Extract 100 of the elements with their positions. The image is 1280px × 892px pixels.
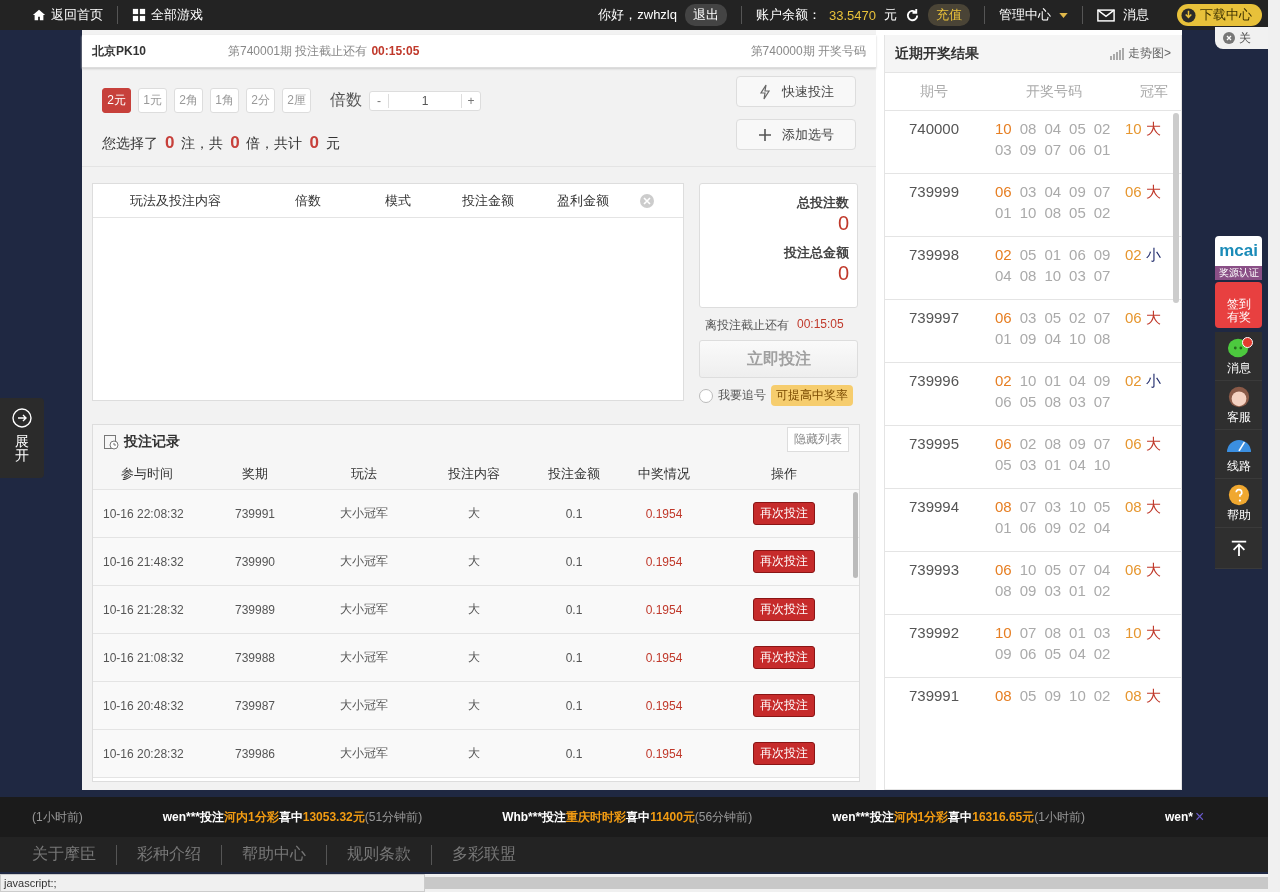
clear-icon[interactable] [640,193,654,208]
draw-number: 01 [1044,456,1062,473]
manage-menu[interactable]: 管理中心 [999,6,1051,24]
draw-number: 06 [1019,519,1037,536]
draw-number: 03 [1019,456,1037,473]
plus-icon [758,126,772,143]
page-scrollbar[interactable] [1268,0,1280,892]
toolbar-item[interactable]: 线路 [1215,430,1262,479]
all-games-link[interactable]: 全部游戏 [132,6,203,24]
hide-list-button[interactable]: 隐藏列表 [787,426,849,452]
refresh-icon[interactable] [905,7,920,23]
toolbar-item[interactable]: 消息 [1215,332,1262,381]
rebet-button[interactable]: 再次投注 [753,742,815,765]
win-cell-text: 0.1954 [644,554,684,569]
draw-number: 06 [995,309,1012,326]
column-header: 参与时间 [120,465,174,483]
amount-cell-text: 0.1 [564,554,584,569]
toolbar-item[interactable]: 帮助 [1215,479,1262,528]
draw-number: 02 [1069,519,1086,536]
countdown: 00:15:05 [371,44,420,58]
column-header: 投注金额 [547,465,601,483]
home-icon [32,8,46,22]
mode-button[interactable]: 2分 [246,88,275,113]
draw-number: 07 [1093,309,1111,326]
lightning-icon [758,83,772,100]
mode-button[interactable]: 1角 [210,88,239,113]
sign-in-reward-button[interactable]: 签到有奖 [1215,282,1262,328]
period-cell-text: 739997 [907,309,961,326]
last-period-link[interactable]: 第740000期 开奖号码 [750,42,866,60]
column-header: 中奖情况 [637,465,691,483]
content-cell-text: 大 [467,649,481,666]
expand-tab[interactable]: 展 开 [0,398,44,478]
play-cell-text: 大小冠军 [339,553,389,570]
records-title: 投注记录 [124,433,180,451]
draw-number: 05 [1044,561,1062,578]
draw-number: 01 [1093,141,1111,158]
certification-label: 奖源认证 [1215,266,1262,280]
deadline-label: 离投注截止还有 [705,317,789,334]
draw-number: 01 [995,204,1012,221]
download-icon [1181,7,1196,23]
play-cell-text: 大小冠军 [339,601,389,618]
period-cell-text: 739993 [907,561,961,578]
draw-number: 03 [995,141,1012,158]
amount-cell-text: 0.1 [564,650,584,665]
time-cell-text: 10-16 20:48:32 [102,698,185,713]
total-bets-value: 0 [837,212,849,235]
multiplier-field[interactable]: 1 [388,93,462,108]
mode-button[interactable]: 2角 [174,88,203,113]
quick-bet-button[interactable]: 快速投注 [736,76,856,107]
home-link[interactable]: 返回首页 [32,6,103,24]
mode-button[interactable]: 2元 [102,88,131,113]
recharge-button[interactable]: 充值 [928,4,970,26]
minus-button[interactable]: - [370,93,388,108]
draw-number: 06 [1069,141,1086,158]
footer-link[interactable]: 帮助中心 [242,844,326,865]
messages-link[interactable]: 消息 [1123,6,1149,24]
rebet-button[interactable]: 再次投注 [753,694,815,717]
amount-cell-text: 0.1 [564,698,584,713]
draw-number: 03 [1044,582,1062,599]
footer-link[interactable]: 彩种介绍 [137,844,221,865]
multiplier-stepper[interactable]: - 1 + [369,90,481,111]
scrollbar[interactable] [853,492,858,578]
draw-number: 03 [1069,267,1086,284]
chase-checkbox[interactable] [699,388,713,403]
download-button[interactable]: 下载中心 [1177,4,1262,26]
scrollbar[interactable] [1173,113,1179,303]
draw-number: 02 [1093,204,1111,221]
rebet-button[interactable]: 再次投注 [753,502,815,525]
rebet-button[interactable]: 再次投注 [753,550,815,573]
mode-button[interactable]: 1元 [138,88,167,113]
balance-unit: 元 [884,6,897,24]
trend-link[interactable]: 走势图> [1110,45,1171,62]
rebet-button[interactable]: 再次投注 [753,646,815,669]
period-cell-text: 739990 [233,554,276,569]
footer-link[interactable]: 规则条款 [347,844,431,865]
mode-button[interactable]: 2厘 [282,88,311,113]
toolbar-item[interactable]: 客服 [1215,381,1262,430]
brand-logo[interactable]: mcai [1215,236,1262,266]
close-ad-button[interactable]: 关 [1215,27,1268,49]
play-cell-text: 大小冠军 [339,745,389,762]
column-header: 投注金额 [461,191,515,210]
draw-number: 08 [1044,624,1062,641]
draw-number: 06 [995,435,1012,452]
footer-link[interactable]: 多彩联盟 [452,844,536,865]
draw-number: 04 [1044,330,1062,347]
draw-number: 08 [1044,204,1062,221]
draw-number: 05 [1069,120,1086,137]
amount-cell-text: 0.1 [564,602,584,617]
logout-button[interactable]: 退出 [685,4,727,26]
footer-link[interactable]: 关于摩臣 [32,844,116,865]
plus-button[interactable]: + [462,93,480,108]
rebet-button[interactable]: 再次投注 [753,598,815,621]
agent-icon [1226,384,1251,409]
close-button[interactable]: × [1195,808,1205,826]
champion-number: 02 [1125,372,1142,391]
winner-notice: wen***投注河内1分彩喜中13053.32元(51分钟前) [162,808,423,826]
selection-summary: 您选择了 0 注，共 0 倍，共计 0 元 [102,133,341,153]
horizontal-scrollbar[interactable] [425,874,1268,892]
draw-number: 02 [995,372,1012,389]
add-number-button[interactable]: 添加选号 [736,119,856,150]
